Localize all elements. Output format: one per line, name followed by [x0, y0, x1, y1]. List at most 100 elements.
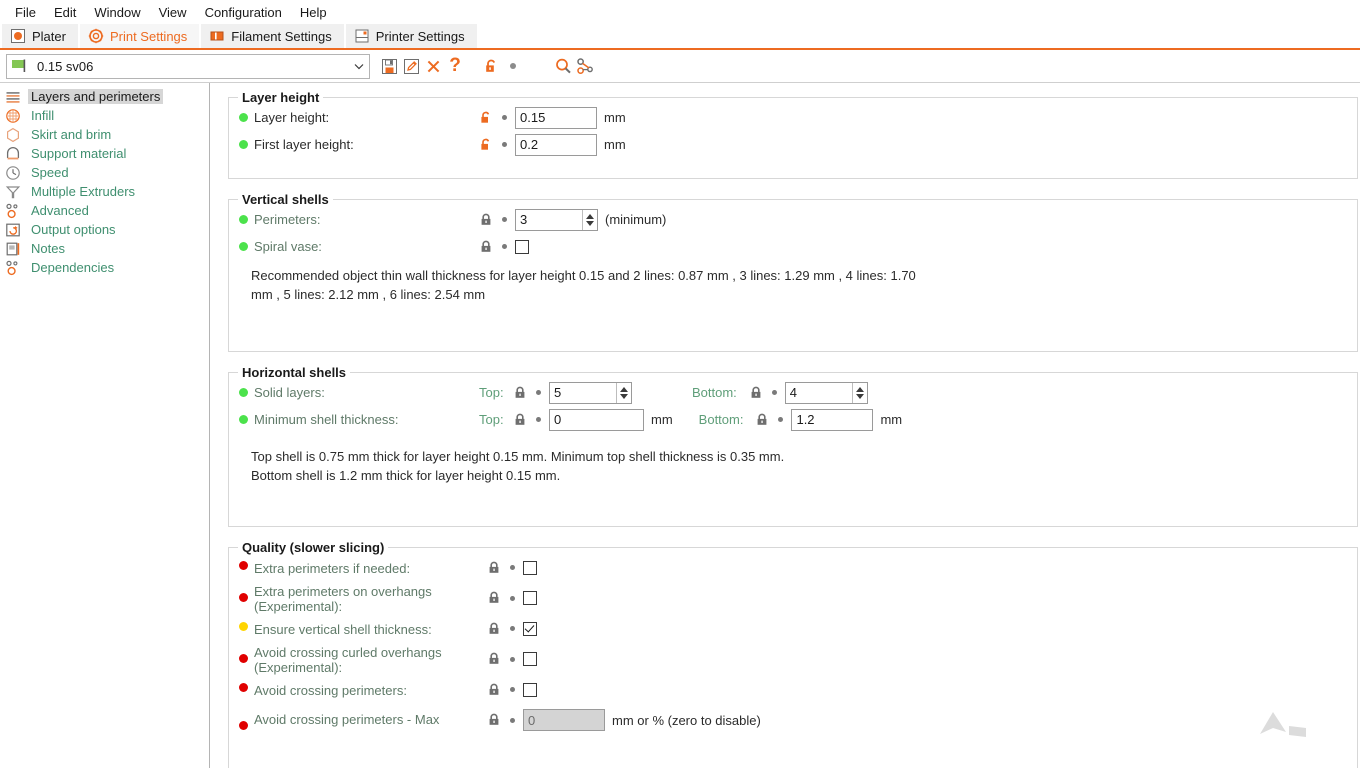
preset-combobox[interactable]: 0.15 sv06 [6, 53, 370, 79]
checkbox-avoid-crossing-curled-overhangs[interactable] [523, 652, 537, 666]
sidebar-item-dependencies[interactable]: Dependencies [0, 258, 209, 277]
lock-icon[interactable] [487, 682, 501, 698]
checkbox-extra-perimeters-if-needed[interactable] [523, 560, 537, 575]
field-label-max-detour: Avoid crossing perimeters - Max [254, 711, 440, 727]
arrow-down-icon[interactable] [586, 220, 594, 226]
sidebar-item-advanced[interactable]: Advanced [0, 201, 209, 220]
group-vertical-shells-legend: Vertical shells [238, 192, 333, 207]
checkbox-ensure-vertical-shell-thickness[interactable] [523, 621, 537, 636]
lock-icon[interactable] [487, 621, 501, 637]
unlock-icon[interactable] [479, 110, 493, 126]
save-preset-button[interactable] [378, 54, 400, 78]
reset-value-dot-icon[interactable] [502, 244, 507, 249]
spinner-solid-layers-bottom[interactable]: 4 [784, 381, 868, 404]
arrow-up-icon[interactable] [620, 386, 628, 392]
sidebar-item-output-options[interactable]: Output options [0, 220, 209, 239]
compare-presets-button[interactable] [574, 54, 596, 78]
spinner-perimeters-buttons[interactable] [582, 209, 597, 230]
lock-icon[interactable] [479, 212, 493, 228]
lock-icon[interactable] [487, 590, 501, 606]
sidebar-item-speed[interactable]: Speed [0, 163, 209, 182]
input-min-shell-bottom[interactable]: 1.2 [791, 408, 874, 431]
tab-filament-settings-label: Filament Settings [231, 28, 332, 44]
search-button[interactable] [552, 54, 574, 78]
tab-bar: Plater Print Settings Filament Settings [0, 24, 1360, 50]
reset-value-dot-icon[interactable] [502, 115, 507, 120]
reset-value-dot-icon[interactable] [510, 626, 515, 631]
lock-icon[interactable] [479, 239, 493, 255]
input-layer-height[interactable]: 0.15 [515, 106, 597, 129]
field-label-avoid-crossing-curled-overhangs: Avoid crossing curled overhangs (Experim… [254, 645, 442, 675]
sidebar-item-support-material[interactable]: Support material [0, 144, 209, 163]
field-label-avoid-crossing-curled-overhangs-wrap: Avoid crossing curled overhangs (Experim… [239, 644, 487, 675]
spinner-solid-layers-top-buttons[interactable] [616, 382, 631, 403]
lock-icon[interactable] [513, 385, 527, 401]
menu-item-help[interactable]: Help [291, 2, 336, 23]
status-bullet-green [239, 242, 248, 251]
reset-value-dot-icon[interactable] [510, 717, 515, 723]
spinner-solid-layers-bottom-value[interactable]: 4 [786, 383, 852, 403]
reset-value-dot-icon[interactable] [510, 687, 515, 692]
field-label-solid-layers-wrap: Solid layers: [239, 385, 479, 400]
tab-printer-settings[interactable]: Printer Settings [345, 24, 477, 48]
arrow-up-icon[interactable] [855, 386, 864, 392]
menu-item-edit[interactable]: Edit [45, 2, 85, 23]
reset-value-dot-icon[interactable] [536, 390, 541, 395]
unlock-icon [485, 59, 495, 72]
sidebar-item-skirt-and-brim[interactable]: Skirt and brim [0, 125, 209, 144]
help-button[interactable]: ? [444, 54, 466, 78]
unit-min-shell-bottom: mm [880, 412, 903, 427]
sidebar-item-advanced-label: Advanced [31, 203, 89, 218]
lock-preset-button[interactable] [480, 54, 502, 78]
lock-icon[interactable] [487, 712, 501, 728]
sidebar-item-notes[interactable]: Notes [0, 239, 209, 258]
spinner-solid-layers-bottom-buttons[interactable] [851, 382, 867, 403]
arrow-down-icon[interactable] [620, 393, 628, 399]
sidebar-item-multiple-extruders[interactable]: Multiple Extruders [0, 182, 209, 201]
arrow-down-icon[interactable] [855, 393, 864, 399]
chevron-down-icon[interactable] [353, 60, 365, 72]
spinner-perimeters[interactable]: 3 [515, 208, 598, 231]
input-first-layer-height[interactable]: 0.2 [515, 133, 597, 156]
sidebar-item-layers-and-perimeters[interactable]: Layers and perimeters [0, 87, 209, 106]
lock-icon[interactable] [487, 651, 501, 667]
spinner-solid-layers-top[interactable]: 5 [549, 381, 632, 404]
tab-plater[interactable]: Plater [2, 24, 78, 48]
reset-value-dot-icon[interactable] [536, 417, 541, 422]
checkbox-spiral-vase[interactable] [515, 239, 529, 254]
spinner-perimeters-value[interactable]: 3 [516, 210, 582, 230]
sidebar-item-infill[interactable]: Infill [0, 106, 209, 125]
input-min-shell-top[interactable]: 0 [549, 408, 644, 431]
menu-item-configuration[interactable]: Configuration [196, 2, 291, 23]
unit-max-detour: mm or % (zero to disable) [612, 712, 761, 728]
menu-item-file[interactable]: File [6, 2, 45, 23]
sidebar-item-speed-label: Speed [31, 165, 69, 180]
reset-value-dot-icon[interactable] [510, 565, 515, 570]
reset-value-dot-icon[interactable] [510, 595, 515, 601]
rename-preset-button[interactable] [400, 54, 422, 78]
menu-item-window[interactable]: Window [85, 2, 149, 23]
lock-icon[interactable] [755, 412, 769, 428]
lock-icon[interactable] [487, 560, 501, 576]
note-recommended-thin-wall: Recommended object thin wall thickness f… [251, 268, 916, 302]
checkbox-extra-perimeters-on-overhangs[interactable] [523, 591, 537, 605]
spinner-solid-layers-top-value[interactable]: 5 [550, 383, 616, 403]
tab-plater-label: Plater [32, 28, 66, 44]
field-label-line2: (Experimental): [254, 598, 343, 614]
reset-value-dot-icon[interactable] [502, 217, 507, 222]
delete-preset-button[interactable] [422, 54, 444, 78]
tab-print-settings[interactable]: Print Settings [79, 24, 200, 50]
delete-x-icon [427, 60, 439, 72]
reset-value-dot-icon[interactable] [778, 417, 784, 422]
menu-item-view[interactable]: View [150, 2, 196, 23]
tab-filament-settings[interactable]: Filament Settings [201, 24, 344, 48]
field-label-avoid-crossing-perimeters: Avoid crossing perimeters: [254, 682, 407, 698]
reset-value-dot-icon[interactable] [771, 390, 777, 395]
lock-icon[interactable] [513, 412, 527, 428]
unlock-icon[interactable] [479, 137, 493, 153]
checkbox-avoid-crossing-perimeters[interactable] [523, 682, 537, 697]
lock-icon[interactable] [749, 385, 763, 401]
reset-value-dot-icon[interactable] [502, 142, 507, 147]
reset-value-dot-icon[interactable] [510, 656, 515, 662]
arrow-up-icon[interactable] [586, 213, 594, 219]
